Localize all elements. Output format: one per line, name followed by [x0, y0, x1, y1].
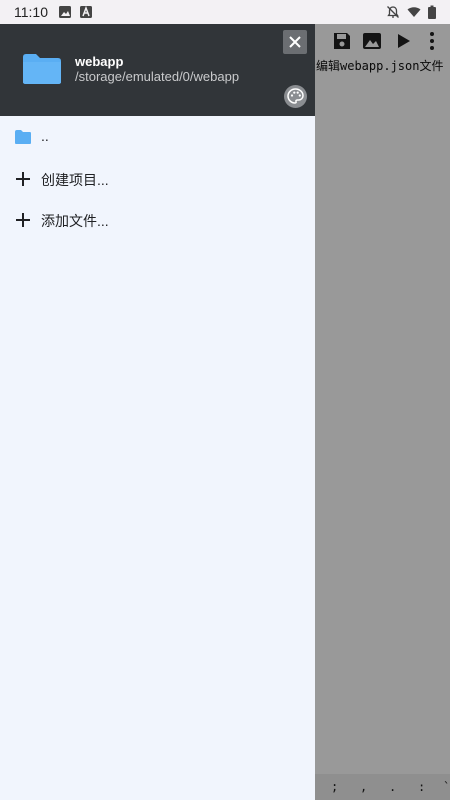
wifi-icon [407, 7, 421, 17]
close-icon [289, 36, 301, 48]
project-title: webapp [75, 54, 124, 69]
add-icon [16, 172, 30, 186]
status-time: 11:10 [14, 4, 48, 20]
font-icon [80, 5, 92, 18]
close-button[interactable] [283, 30, 307, 54]
status-bar: 11:10 [0, 0, 450, 24]
drawer-header: webapp /storage/emulated/0/webapp [0, 24, 315, 116]
list-item-label: 创建项目... [41, 172, 109, 188]
folder-icon [15, 130, 31, 144]
add-file-item[interactable]: 添加文件... [0, 200, 315, 240]
create-project-item[interactable]: 创建项目... [0, 159, 315, 199]
battery-icon [428, 5, 436, 19]
palette-icon [287, 88, 304, 104]
image-icon [59, 6, 71, 18]
folder-icon [23, 54, 61, 84]
project-path: /storage/emulated/0/webapp [75, 69, 240, 84]
notifications-off-icon [387, 6, 399, 18]
theme-button[interactable] [284, 85, 307, 108]
add-icon [16, 213, 30, 227]
navigation-drawer: webapp /storage/emulated/0/webapp .. 创建项… [0, 24, 315, 800]
list-item-parent-folder[interactable]: .. [0, 117, 315, 157]
list-item-label: 添加文件... [41, 213, 109, 229]
list-item-label: .. [41, 128, 49, 144]
